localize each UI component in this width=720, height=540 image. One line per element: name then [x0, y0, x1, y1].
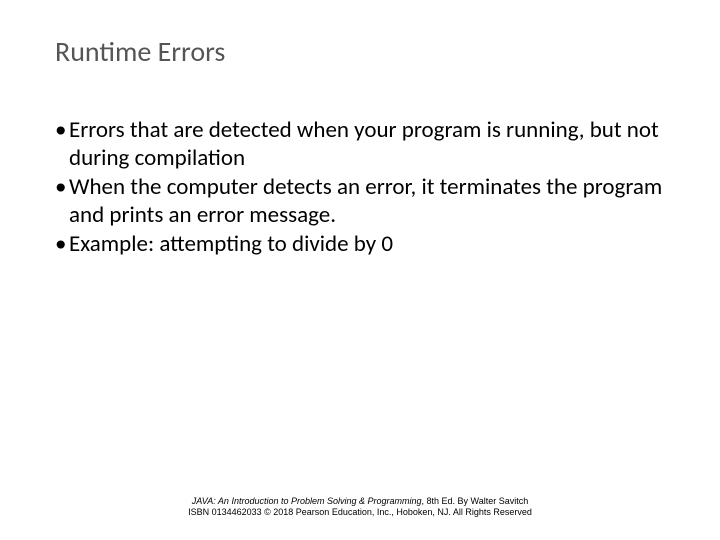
footer-line-1: JAVA: An Introduction to Problem Solving…	[0, 496, 720, 507]
bullet-item: Example: attempting to divide by 0	[55, 231, 665, 259]
footer-line-2: ISBN 0134462033 © 2018 Pearson Education…	[0, 507, 720, 518]
bullet-item: When the computer detects an error, it t…	[55, 174, 665, 229]
slide-title: Runtime Errors	[55, 34, 665, 69]
bullet-item: Errors that are detected when your progr…	[55, 117, 665, 172]
footer-book-title: JAVA: An Introduction to Problem Solving…	[192, 496, 422, 506]
footer-edition-author: , 8th Ed. By Walter Savitch	[422, 496, 529, 506]
bullet-list: Errors that are detected when your progr…	[55, 117, 665, 259]
slide: Runtime Errors Errors that are detected …	[0, 0, 720, 540]
footer: JAVA: An Introduction to Problem Solving…	[0, 496, 720, 518]
